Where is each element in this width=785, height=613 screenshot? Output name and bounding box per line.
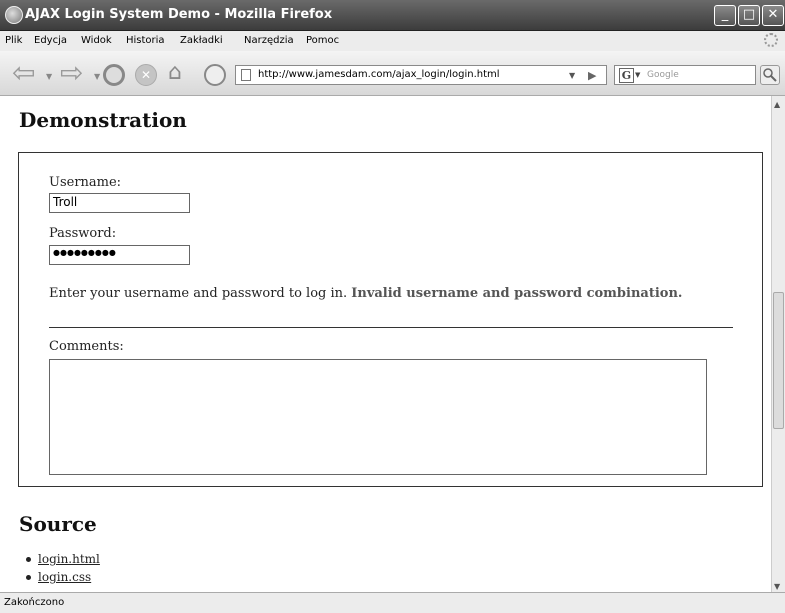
username-input[interactable]: Troll	[49, 193, 190, 213]
source-link-login-css[interactable]: login.css	[38, 570, 91, 584]
throbber-icon	[764, 33, 778, 47]
login-instructions: Enter your username and password to log …	[49, 286, 348, 301]
url-text[interactable]: http://www.jamesdam.com/ajax_login/login…	[258, 69, 500, 80]
status-bar: Zakończono	[0, 592, 785, 613]
username-label: Username:	[49, 175, 122, 190]
url-bar[interactable]: http://www.jamesdam.com/ajax_login/login…	[235, 65, 607, 85]
firefox-icon	[5, 6, 23, 24]
menu-historia[interactable]: Historia	[126, 35, 165, 46]
divider	[49, 327, 733, 328]
back-icon[interactable]: ⇦	[12, 59, 35, 87]
forward-history-dropdown-icon[interactable]: ▼	[94, 72, 100, 81]
scroll-down-icon[interactable]: ▼	[774, 582, 780, 591]
login-error: Invalid username and password combinatio…	[351, 286, 683, 301]
status-text: Zakończono	[4, 597, 65, 608]
menu-zakladki[interactable]: Zakładki	[180, 35, 223, 46]
vertical-scrollbar[interactable]: ▲ ▼	[771, 96, 785, 592]
search-engine-icon[interactable]: G	[619, 68, 634, 83]
stop-icon[interactable]: ✕	[135, 64, 157, 86]
page-icon	[241, 69, 251, 81]
menu-plik[interactable]: Plik	[5, 35, 22, 46]
source-link-login-html[interactable]: login.html	[38, 552, 100, 566]
maximize-button[interactable]: □	[738, 5, 760, 26]
password-label: Password:	[49, 226, 117, 241]
scroll-up-icon[interactable]: ▲	[774, 100, 780, 109]
page-content: Demonstration Username: Troll Password: …	[0, 96, 771, 592]
comments-textarea[interactable]	[49, 359, 707, 475]
comments-label: Comments:	[49, 339, 124, 354]
reload-icon[interactable]	[103, 64, 125, 86]
search-box[interactable]: G ▼ Google	[614, 65, 756, 85]
menu-narzedzia[interactable]: Narzędzia	[244, 35, 294, 46]
bullet-icon	[26, 557, 31, 562]
search-input[interactable]: Google	[647, 70, 679, 80]
menu-bar: Plik Edycja Widok Historia Zakładki Narz…	[0, 31, 785, 51]
demo-panel: Username: Troll Password: ●●●●●●●●● Ente…	[18, 152, 763, 487]
list-item: login.css	[26, 570, 100, 584]
close-button[interactable]: ✕	[762, 5, 784, 26]
menu-edycja[interactable]: Edycja	[34, 35, 67, 46]
search-icon	[763, 68, 777, 82]
url-dropdown-icon[interactable]: ▼	[569, 71, 575, 80]
login-message: Enter your username and password to log …	[49, 286, 682, 301]
search-button[interactable]	[760, 65, 780, 85]
minimize-button[interactable]: _	[714, 5, 736, 26]
window-title: AJAX Login System Demo - Mozilla Firefox	[25, 7, 333, 22]
demo-heading: Demonstration	[19, 108, 187, 132]
menu-widok[interactable]: Widok	[81, 35, 112, 46]
source-list: login.html login.css	[26, 552, 100, 588]
source-heading: Source	[19, 512, 97, 536]
menu-pomoc[interactable]: Pomoc	[306, 35, 339, 46]
list-item: login.html	[26, 552, 100, 566]
home-icon[interactable]: ⌂	[168, 61, 182, 85]
title-bar: AJAX Login System Demo - Mozilla Firefox…	[0, 0, 785, 31]
history-icon[interactable]	[204, 64, 226, 86]
search-engine-dropdown-icon[interactable]: ▼	[635, 71, 640, 79]
back-history-dropdown-icon[interactable]: ▼	[46, 72, 52, 81]
scroll-thumb[interactable]	[773, 292, 784, 429]
forward-icon[interactable]: ⇨	[60, 59, 83, 87]
go-icon[interactable]: ▶	[588, 69, 596, 82]
bullet-icon	[26, 575, 31, 580]
password-input[interactable]: ●●●●●●●●●	[49, 245, 190, 265]
